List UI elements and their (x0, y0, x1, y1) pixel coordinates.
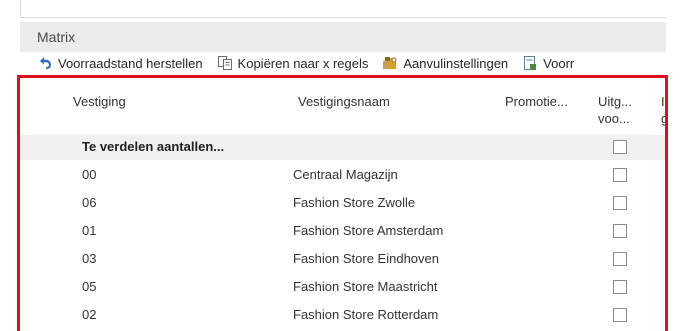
settings-boxes-icon (382, 55, 398, 71)
column-header-vestigingsnaam[interactable]: Vestigingsnaam (298, 93, 390, 110)
matrix-grid: Vestiging Vestigingsnaam Promotie... Uit… (17, 75, 668, 331)
row-code: 03 (82, 251, 97, 266)
table-row[interactable]: 06 Fashion Store Zwolle (20, 191, 665, 216)
row-code: 00 (82, 167, 97, 182)
stock-document-label: Voorr (543, 55, 575, 71)
matrix-section-header (20, 22, 666, 52)
column-header-extra-line2: g (661, 111, 668, 126)
row-code: 05 (82, 279, 97, 294)
group-row[interactable]: Te verdelen aantallen... (20, 135, 665, 160)
restore-stock-label: Voorraadstand herstellen (58, 55, 203, 71)
column-header-vestiging[interactable]: Vestiging (73, 93, 126, 110)
copy-to-rows-label: Kopiëren naar x regels (237, 55, 369, 71)
row-code: 01 (82, 223, 97, 238)
row-code: 06 (82, 195, 97, 210)
row-name: Fashion Store Eindhoven (293, 251, 439, 266)
row-name: Fashion Store Maastricht (293, 279, 438, 294)
table-row[interactable]: 02 Fashion Store Rotterdam (20, 303, 665, 328)
replenishment-settings-button[interactable]: Aanvulinstellingen (382, 55, 508, 71)
row-checkbox[interactable] (613, 308, 627, 322)
row-checkbox[interactable] (613, 224, 627, 238)
table-row[interactable]: 00 Centraal Magazijn (20, 163, 665, 188)
restore-stock-button[interactable]: Voorraadstand herstellen (37, 55, 203, 71)
row-checkbox[interactable] (613, 280, 627, 294)
group-row-label: Te verdelen aantallen... (82, 139, 225, 154)
replenishment-settings-label: Aanvulinstellingen (403, 55, 509, 71)
stock-document-button[interactable]: Voorr (522, 55, 574, 71)
row-checkbox[interactable] (613, 252, 627, 266)
row-code: 02 (82, 307, 97, 322)
column-header-promotie[interactable]: Promotie... (505, 93, 568, 110)
column-header-extra[interactable]: I (661, 93, 665, 110)
column-header-uitg[interactable]: Uitg... (598, 93, 632, 110)
row-checkbox[interactable] (613, 196, 627, 210)
undo-arrow-icon (37, 55, 53, 71)
document-icon (522, 55, 538, 71)
row-checkbox[interactable] (613, 168, 627, 182)
section-title: Matrix (37, 29, 76, 45)
row-name: Fashion Store Zwolle (293, 195, 416, 210)
row-name: Fashion Store Rotterdam (293, 307, 439, 322)
group-row-checkbox[interactable] (613, 140, 627, 154)
grid-header: Vestiging Vestigingsnaam Promotie... Uit… (20, 78, 665, 132)
table-row[interactable]: 05 Fashion Store Maastricht (20, 275, 665, 300)
table-row[interactable]: 03 Fashion Store Eindhoven (20, 247, 665, 272)
copy-document-icon (217, 55, 233, 71)
upper-pane (20, 0, 666, 18)
row-name: Centraal Magazijn (293, 167, 398, 182)
column-header-uitg-line2: voo... (598, 111, 630, 126)
copy-to-rows-button[interactable]: Kopiëren naar x regels (217, 55, 369, 71)
table-row[interactable]: 01 Fashion Store Amsterdam (20, 219, 665, 244)
matrix-toolbar: Voorraadstand herstellen Kopiëren naar x… (37, 52, 666, 74)
row-name: Fashion Store Amsterdam (293, 223, 444, 238)
